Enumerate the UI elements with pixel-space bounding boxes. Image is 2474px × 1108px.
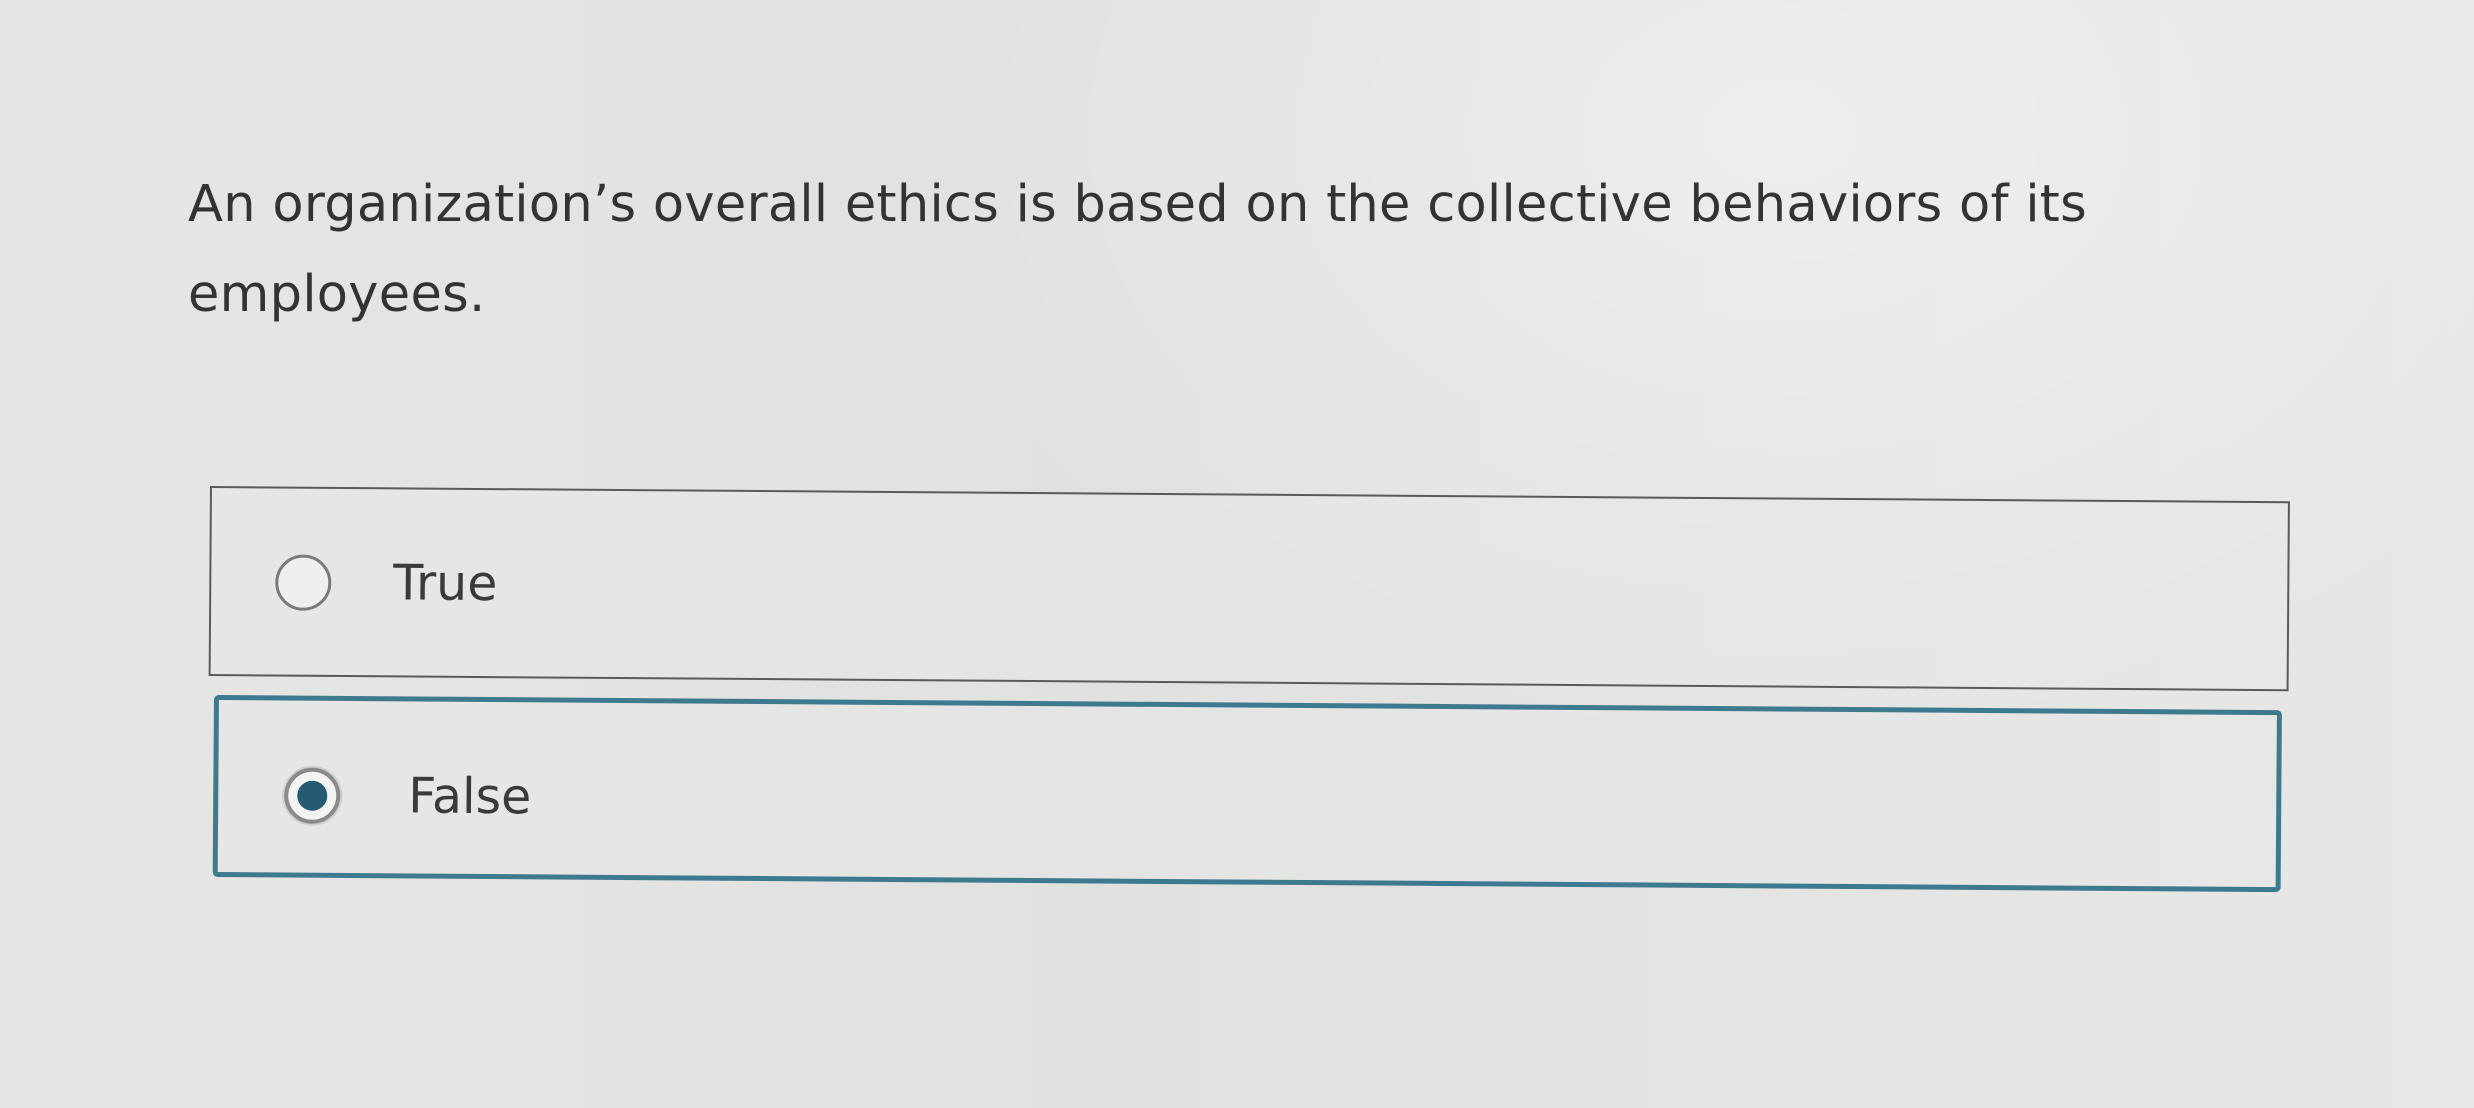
option-false[interactable]: False: [212, 695, 2282, 893]
radio-dot-icon: [297, 780, 328, 811]
option-true[interactable]: True: [208, 486, 2290, 692]
answer-options: True False: [0, 0, 2474, 1108]
radio-unchecked-icon[interactable]: [275, 554, 332, 611]
option-true-label: True: [393, 554, 498, 613]
radio-checked-icon[interactable]: [284, 767, 341, 824]
option-false-label: False: [408, 767, 532, 826]
